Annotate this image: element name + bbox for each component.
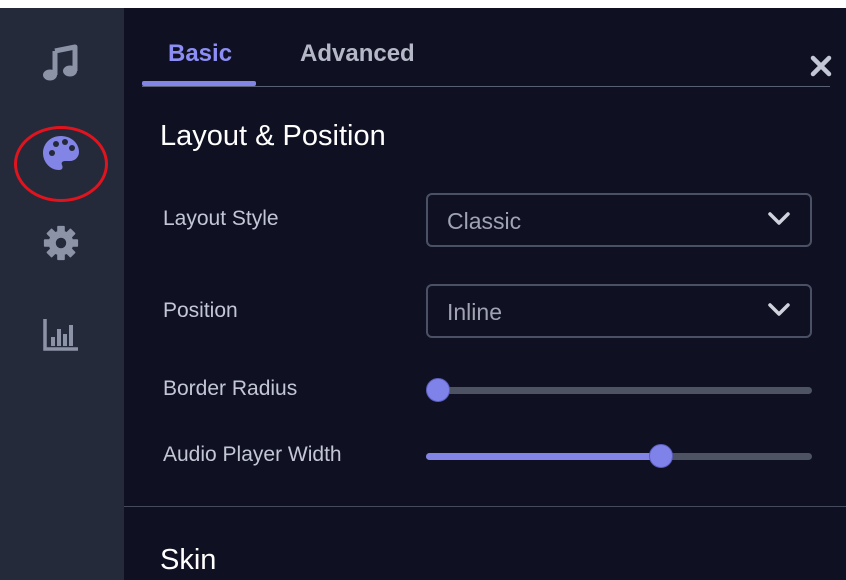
sidebar-item-appearance[interactable]	[36, 128, 86, 178]
section-title-skin: Skin	[160, 544, 217, 576]
settings-panel: Basic Advanced Layout & Position Layout …	[124, 8, 846, 580]
slider-track	[426, 387, 812, 394]
close-button[interactable]	[806, 51, 836, 81]
tab-basic[interactable]: Basic	[168, 40, 232, 68]
tab-advanced[interactable]: Advanced	[300, 40, 415, 68]
section-divider	[124, 506, 846, 507]
active-tab-indicator	[142, 81, 256, 86]
slider-fill	[426, 453, 662, 460]
gear-icon	[43, 225, 79, 261]
tab-bar: Basic Advanced	[142, 26, 832, 87]
sidebar-item-stats[interactable]	[36, 308, 86, 358]
window-top-edge	[0, 0, 846, 8]
sidebar-item-settings[interactable]	[36, 218, 86, 268]
layout-style-label: Layout Style	[163, 207, 279, 230]
sidebar-item-music[interactable]	[36, 38, 86, 88]
sidebar	[0, 8, 124, 580]
position-value: Inline	[447, 299, 502, 325]
border-radius-slider[interactable]	[426, 378, 812, 402]
audio-player-width-slider[interactable]	[426, 444, 812, 468]
layout-style-value: Classic	[447, 208, 522, 234]
position-select[interactable]: Inline	[426, 284, 812, 338]
palette-icon	[43, 136, 79, 170]
layout-style-select[interactable]: Classic	[426, 193, 812, 247]
slider-thumb[interactable]	[649, 444, 674, 468]
chevron-down-icon	[768, 212, 790, 225]
bar-chart-icon	[43, 319, 78, 351]
slider-thumb[interactable]	[426, 378, 450, 402]
position-label: Position	[163, 299, 238, 322]
border-radius-label: Border Radius	[163, 377, 298, 400]
chevron-down-icon	[768, 303, 790, 316]
close-icon	[810, 55, 832, 77]
audio-player-width-label: Audio Player Width	[163, 443, 342, 466]
section-title-layout: Layout & Position	[160, 120, 386, 152]
music-note-icon	[43, 44, 78, 81]
